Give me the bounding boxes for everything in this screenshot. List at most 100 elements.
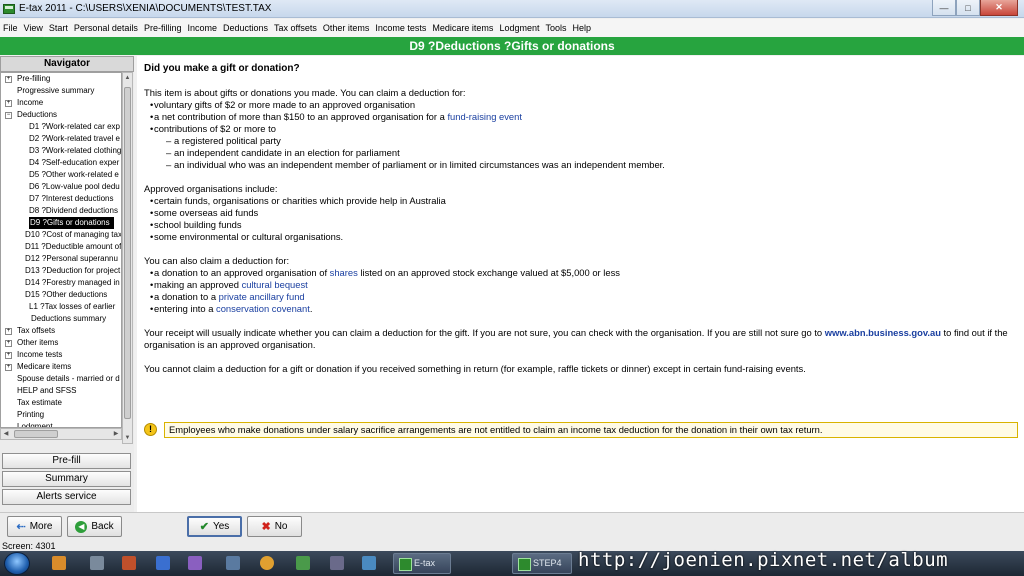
pinned-app-icon[interactable] — [52, 556, 66, 570]
menu-bar: File View Start Personal details Pre-filling… — [0, 19, 1024, 37]
menu-other-items[interactable]: Other items — [323, 23, 370, 33]
media-player-icon[interactable] — [122, 556, 136, 570]
pinned-app-icon[interactable] — [296, 556, 310, 570]
menu-start[interactable]: Start — [49, 23, 68, 33]
menu-personal-details[interactable]: Personal details — [74, 23, 138, 33]
summary-button[interactable]: Summary — [2, 471, 131, 487]
menu-file[interactable]: File — [3, 23, 18, 33]
taskbar-step4[interactable]: STEP4 — [512, 553, 572, 574]
nav-item[interactable]: Progressive summary — [1, 85, 121, 97]
expand-toggle-icon[interactable]: + — [5, 76, 12, 83]
nav-item[interactable]: L1 ?Tax losses of earlier — [1, 301, 121, 313]
nav-item[interactable]: D10 ?Cost of managing tax — [1, 229, 121, 241]
shares-link[interactable]: shares — [330, 267, 358, 278]
start-button[interactable] — [4, 552, 30, 575]
minimize-button[interactable]: — — [932, 0, 956, 16]
menu-help[interactable]: Help — [572, 23, 591, 33]
navigator-horizontal-scrollbar[interactable]: ◀ ▶ — [0, 428, 122, 440]
nav-item[interactable]: D7 ?Interest deductions — [1, 193, 121, 205]
list-item: voluntary gifts of $2 or more made to an… — [144, 99, 1020, 111]
nav-item[interactable]: D5 ?Other work-related e — [1, 169, 121, 181]
back-button[interactable]: ◀ Back — [67, 516, 122, 537]
more-button[interactable]: ⇠ More — [7, 516, 62, 537]
taskbar-etax[interactable]: E-tax 2011 — [393, 553, 451, 574]
pinned-app-icon[interactable] — [226, 556, 240, 570]
nav-item[interactable]: D3 ?Work-related clothing — [1, 145, 121, 157]
private-ancillary-fund-link[interactable]: private ancillary fund — [219, 291, 305, 302]
navigator-tree[interactable]: + Pre-filling Progressive summary + Income − D… — [0, 72, 122, 428]
scroll-left-icon[interactable]: ◀ — [1, 429, 11, 439]
nav-item[interactable]: + Tax offsets — [1, 325, 121, 337]
menu-medicare-items[interactable]: Medicare items — [432, 23, 493, 33]
nav-item[interactable]: D11 ?Deductible amount of — [1, 241, 121, 253]
pinned-app-icon[interactable] — [330, 556, 344, 570]
no-button[interactable]: ✖ No — [247, 516, 302, 537]
window-title-bar: E-tax 2011 - C:\USERS\XENIA\DOCUMENTS\TE… — [0, 0, 1024, 18]
chrome-icon[interactable] — [260, 556, 274, 570]
yes-button[interactable]: ✔ Yes — [187, 516, 242, 537]
menu-tools[interactable]: Tools — [545, 23, 566, 33]
prefill-button[interactable]: Pre-fill — [2, 453, 131, 469]
nav-item[interactable]: D6 ?Low-value pool dedu — [1, 181, 121, 193]
nav-item[interactable]: D9 ?Gifts or donations — [1, 217, 121, 229]
nav-item[interactable]: D15 ?Other deductions — [1, 289, 121, 301]
expand-toggle-icon[interactable]: + — [5, 340, 12, 347]
nav-item-label: Pre-filling — [17, 74, 51, 83]
menu-pre-filling[interactable]: Pre-filling — [144, 23, 182, 33]
fund-raising-event-link[interactable]: fund-raising event — [447, 111, 522, 122]
menu-income[interactable]: Income — [187, 23, 217, 33]
nav-item[interactable]: Tax estimate — [1, 397, 121, 409]
menu-view[interactable]: View — [24, 23, 43, 33]
scroll-thumb[interactable] — [124, 87, 131, 419]
nav-item[interactable]: D12 ?Personal superannu — [1, 253, 121, 265]
nav-item[interactable]: D13 ?Deduction for project — [1, 265, 121, 277]
menu-deductions[interactable]: Deductions — [223, 23, 268, 33]
expand-toggle-icon[interactable]: + — [5, 328, 12, 335]
nav-item[interactable]: D1 ?Work-related car exp — [1, 121, 121, 133]
list-item: making an approved cultural bequest — [144, 279, 1020, 291]
nav-item[interactable]: + Medicare items — [1, 361, 121, 373]
nav-item[interactable]: D8 ?Dividend deductions — [1, 205, 121, 217]
expand-toggle-icon[interactable]: − — [5, 112, 12, 119]
nav-item[interactable]: D4 ?Self-education exper — [1, 157, 121, 169]
also-list: a donation to an approved organisation o… — [144, 267, 1020, 315]
nav-item-label: Deductions — [17, 110, 58, 119]
nav-item[interactable]: Deductions summary — [1, 313, 121, 325]
nav-item[interactable]: D14 ?Forestry managed in — [1, 277, 121, 289]
expand-toggle-icon[interactable]: + — [5, 100, 12, 107]
expand-toggle-icon[interactable]: + — [5, 352, 12, 359]
nav-item[interactable]: + Pre-filling — [1, 73, 121, 85]
maximize-button[interactable]: □ — [956, 0, 980, 16]
alerts-service-button[interactable]: Alerts service — [2, 489, 131, 505]
scroll-down-icon[interactable]: ▼ — [123, 433, 132, 443]
nav-item[interactable]: Lodgment — [1, 421, 121, 427]
nav-item[interactable]: Spouse details - married or d — [1, 373, 121, 385]
nav-item-label: Tax offsets — [17, 326, 56, 335]
nav-item[interactable]: HELP and SFSS — [1, 385, 121, 397]
scroll-right-icon[interactable]: ▶ — [111, 429, 121, 439]
nav-item[interactable]: − Deductions — [1, 109, 121, 121]
hscroll-thumb[interactable] — [14, 430, 58, 438]
menu-income-tests[interactable]: Income tests — [375, 23, 426, 33]
nav-item[interactable]: + Other items — [1, 337, 121, 349]
nav-item[interactable]: + Income — [1, 97, 121, 109]
scroll-up-icon[interactable]: ▲ — [123, 73, 132, 83]
pinned-app-icon[interactable] — [90, 556, 104, 570]
pinned-app-icon[interactable] — [362, 556, 376, 570]
abn-link[interactable]: www.abn.business.gov.au — [825, 327, 941, 338]
nav-item[interactable]: Printing — [1, 409, 121, 421]
conservation-covenant-link[interactable]: conservation covenant — [216, 303, 310, 314]
pinned-app-icon[interactable] — [156, 556, 170, 570]
cultural-bequest-link[interactable]: cultural bequest — [242, 279, 308, 290]
nav-item[interactable]: D2 ?Work-related travel e — [1, 133, 121, 145]
nav-item-label: Printing — [17, 410, 45, 419]
close-button[interactable]: ✕ — [980, 0, 1018, 16]
nav-item[interactable]: + Income tests — [1, 349, 121, 361]
navigator-vertical-scrollbar[interactable]: ▲ ▼ — [122, 72, 133, 444]
nav-item-label: D8 ?Dividend deductions — [29, 206, 118, 215]
expand-toggle-icon[interactable]: + — [5, 364, 12, 371]
pinned-app-icon[interactable] — [188, 556, 202, 570]
menu-tax-offsets[interactable]: Tax offsets — [274, 23, 317, 33]
menu-lodgment[interactable]: Lodgment — [499, 23, 539, 33]
also-heading: You can also claim a deduction for: — [144, 255, 290, 266]
